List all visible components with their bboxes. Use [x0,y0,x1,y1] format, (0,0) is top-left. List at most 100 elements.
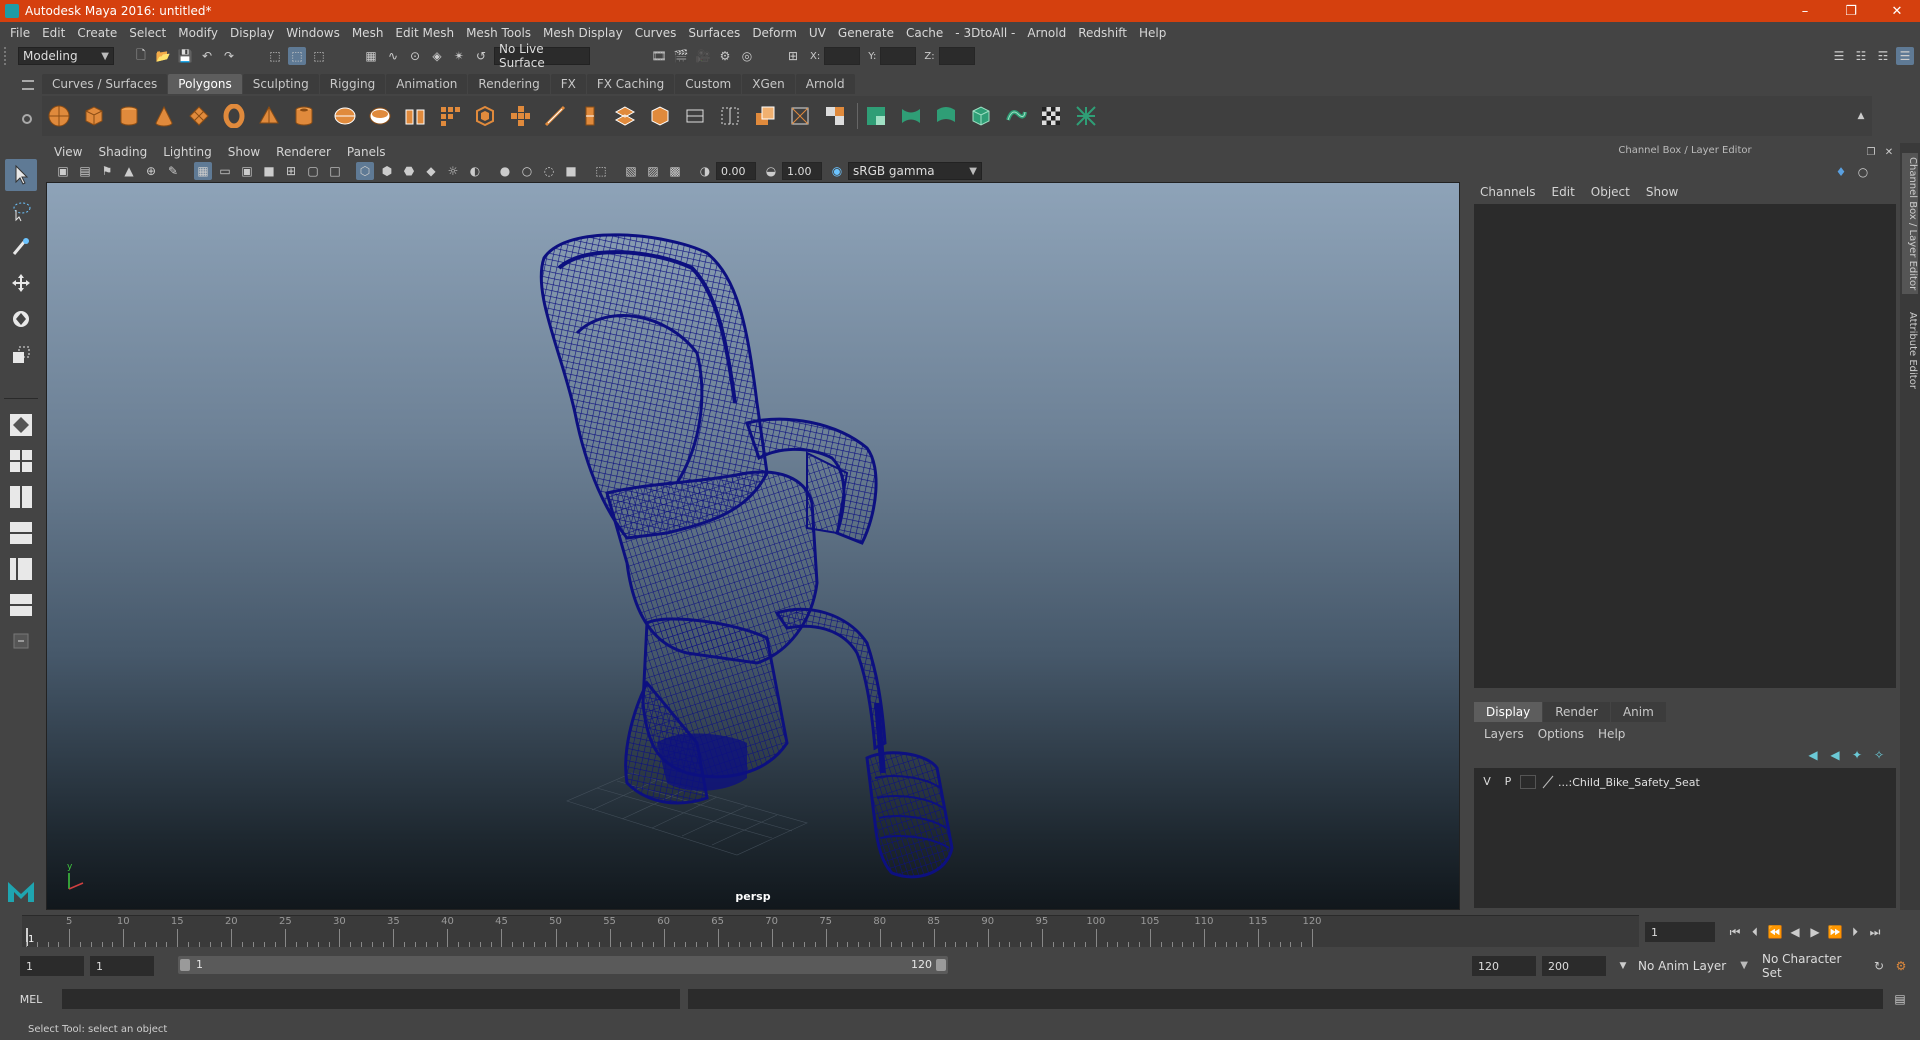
channel-box-menu-channels[interactable]: Channels [1480,185,1536,199]
step-forward-frame-icon[interactable]: ⏵ [1845,922,1865,942]
menu-modify[interactable]: Modify [178,26,218,40]
resolution-gate-icon[interactable]: ▣ [238,162,256,180]
shelf-tab-xgen[interactable]: XGen [742,74,795,94]
menu-select[interactable]: Select [129,26,166,40]
poly-pipe-icon[interactable] [291,103,317,129]
script-editor-icon[interactable]: ▤ [1891,990,1909,1008]
channel-box-menu-show[interactable]: Show [1646,185,1678,199]
multi-cut-icon[interactable] [542,103,568,129]
toggle-modeling-toolkit-icon[interactable]: ☰ [1830,47,1848,65]
safe-action-icon[interactable]: ▢ [304,162,322,180]
make-live-icon[interactable]: ↺ [472,47,490,65]
xray-joints-icon[interactable]: ▨ [644,162,662,180]
gamma-field[interactable]: 1.00 [782,162,822,180]
layer-row[interactable]: V P ...:Child_Bike_Safety_Seat [1478,772,1892,792]
layer-color-swatch[interactable] [1542,775,1554,789]
scale-tool-icon[interactable] [5,339,37,371]
safe-title-icon[interactable]: □ [326,162,344,180]
exposure-icon[interactable]: ◑ [696,162,714,180]
menu-edit-mesh[interactable]: Edit Mesh [395,26,454,40]
snap-grid-icon[interactable]: ▦ [362,47,380,65]
x-field[interactable] [824,47,861,65]
viewport-menu-show[interactable]: Show [228,145,260,159]
menu-arnold[interactable]: Arnold [1027,26,1066,40]
play-forwards-icon[interactable]: ▶ [1805,922,1825,942]
rotate-tool-icon[interactable] [5,303,37,335]
bevel-icon[interactable] [612,103,638,129]
hypershade-icon[interactable]: ◎ [738,47,756,65]
select-camera-icon[interactable]: ▣ [54,162,72,180]
gate-mask-icon[interactable]: ■ [260,162,278,180]
layer-visibility-toggle[interactable]: V [1478,774,1496,790]
current-frame-field[interactable]: 1 [1645,922,1715,942]
channel-box-menu-edit[interactable]: Edit [1552,185,1575,199]
move-layer-up-icon[interactable]: ◀ [1804,746,1822,764]
bridge-icon[interactable] [507,103,533,129]
animation-start-field[interactable]: 1 [20,956,84,976]
layer-playback-toggle[interactable]: P [1499,774,1517,790]
select-component-icon[interactable]: ⬚ [310,47,328,65]
poly-pyramid-icon[interactable] [256,103,282,129]
poly-plane-icon[interactable] [186,103,212,129]
menu-deform[interactable]: Deform [752,26,797,40]
motion-blur-icon[interactable]: ○ [518,162,536,180]
menu-mesh-display[interactable]: Mesh Display [543,26,623,40]
layer-editor-menu-layers[interactable]: Layers [1484,727,1524,741]
ipr-render-icon[interactable]: 🎥 [694,47,712,65]
uv-editor-icon[interactable] [1038,103,1064,129]
shelf-tab-rigging[interactable]: Rigging [319,74,386,94]
fill-hole-icon[interactable] [682,103,708,129]
poly-cube-icon[interactable] [81,103,107,129]
snap-live-icon[interactable]: ✴ [450,47,468,65]
create-empty-layer-icon[interactable]: ✦ [1848,746,1866,764]
cylindrical-uv-icon[interactable] [898,103,924,129]
depth-of-field-icon[interactable]: ■ [562,162,580,180]
layout-persp-outliner-icon[interactable] [5,553,37,585]
playback-end-field[interactable]: 120 [1472,956,1536,976]
transform-mode-icon[interactable]: ⊞ [784,47,802,65]
layer-editor-tab-display[interactable]: Display [1474,702,1543,722]
menu-mesh-tools[interactable]: Mesh Tools [466,26,531,40]
y-field[interactable] [880,47,917,65]
shelf-tab-arnold[interactable]: Arnold [795,74,855,94]
layout-persp-graph-icon[interactable] [5,517,37,549]
gamma-icon[interactable]: ◒ [762,162,780,180]
extrude-icon[interactable] [472,103,498,129]
menu-windows[interactable]: Windows [286,26,340,40]
grid-icon[interactable]: ▦ [194,162,212,180]
cut-sew-uv-icon[interactable] [1003,103,1029,129]
undo-icon[interactable]: ↶ [198,47,216,65]
shadows-icon[interactable]: ◐ [466,162,484,180]
shelf-tab-animation[interactable]: Animation [386,74,468,94]
side-tab-channel-box[interactable]: Channel Box / Layer Editor [1902,153,1918,295]
command-language-toggle[interactable]: MEL [0,993,62,1006]
channel-box-options-icon[interactable]: ○ [1854,163,1872,181]
child-bike-safety-seat-wireframe[interactable]: y [47,183,1460,910]
isolate-select-icon[interactable]: ⬚ [592,162,610,180]
xray-components-icon[interactable]: ▩ [666,162,684,180]
boolean-icon[interactable] [752,103,778,129]
camera-attributes-icon[interactable]: ▤ [76,162,94,180]
quad-draw-icon[interactable] [822,103,848,129]
menu-file[interactable]: File [10,26,30,40]
anim-layer-menu-icon[interactable]: ▼ [1614,957,1632,975]
create-layer-from-selected-icon[interactable]: ✧ [1870,746,1888,764]
snap-curve-icon[interactable]: ∿ [384,47,402,65]
new-scene-icon[interactable]: 🗋 [132,47,150,65]
select-tool-icon[interactable] [5,159,37,191]
menu-uv[interactable]: UV [809,26,826,40]
render-settings-icon[interactable]: ⚙ [716,47,734,65]
viewport-menu-panels[interactable]: Panels [347,145,386,159]
toggle-channel-box-icon[interactable]: ☰ [1896,47,1914,65]
layer-editor-tab-anim[interactable]: Anim [1610,702,1666,722]
snap-point-icon[interactable]: ⊙ [406,47,424,65]
layout-options-icon[interactable] [5,625,37,657]
close-button[interactable]: ✕ [1874,0,1920,22]
viewport-menu-view[interactable]: View [54,145,82,159]
menu-redshift[interactable]: Redshift [1078,26,1127,40]
shelf-tab-fx-caching[interactable]: FX Caching [586,74,675,94]
paint-select-tool-icon[interactable] [5,231,37,263]
spherical-uv-icon[interactable] [933,103,959,129]
menu-help[interactable]: Help [1139,26,1166,40]
field-chart-icon[interactable]: ⊞ [282,162,300,180]
